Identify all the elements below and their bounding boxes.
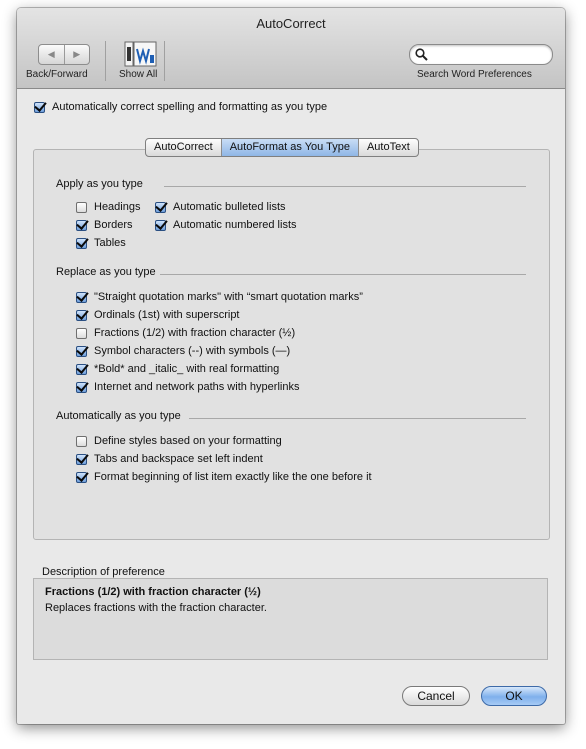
window-title: AutoCorrect <box>256 16 326 31</box>
checkbox-headings[interactable] <box>76 201 87 213</box>
option-numbered-lists[interactable]: Automatic numbered lists <box>155 219 297 231</box>
option-label: Tables <box>94 237 126 249</box>
show-all-label: Show All <box>119 69 158 80</box>
option-smart-quotes[interactable]: "Straight quotation marks" with “smart q… <box>76 291 363 303</box>
description-box: Fractions (1/2) with fraction character … <box>33 578 548 660</box>
option-fractions[interactable]: Fractions (1/2) with fraction character … <box>76 327 295 339</box>
search-input[interactable] <box>430 47 545 61</box>
option-label: Automatic numbered lists <box>173 219 297 231</box>
option-label: Headings <box>94 201 141 213</box>
back-forward-label: Back/Forward <box>26 69 88 80</box>
option-label: Symbol characters (--) with symbols (—) <box>94 345 291 357</box>
option-label: Tabs and backspace set left indent <box>94 453 263 465</box>
option-tables[interactable]: Tables <box>76 237 126 249</box>
magnifier-icon <box>415 48 428 61</box>
checkbox-numbered-lists[interactable] <box>155 219 166 231</box>
checkbox-format-list-item[interactable] <box>76 471 87 483</box>
checkbox-smart-quotes[interactable] <box>76 291 87 303</box>
forward-arrow-icon: ▶ <box>73 49 81 59</box>
tab-autoformat-as-you-type[interactable]: AutoFormat as You Type <box>220 139 358 156</box>
master-autocorrect-checkbox[interactable] <box>34 101 45 113</box>
description-text: Replaces fractions with the fraction cha… <box>45 602 267 614</box>
option-label: "Straight quotation marks" with “smart q… <box>94 291 363 303</box>
group-divider <box>160 274 526 275</box>
checkbox-borders[interactable] <box>76 219 87 231</box>
option-label: Automatic bulleted lists <box>173 201 286 213</box>
toolbar-separator <box>105 41 106 81</box>
option-label: Define styles based on your formatting <box>94 435 282 447</box>
option-bulleted-lists[interactable]: Automatic bulleted lists <box>155 201 286 213</box>
description-label: Description of preference <box>42 566 165 578</box>
checkbox-bold-italic[interactable] <box>76 363 87 375</box>
group-divider <box>189 418 526 419</box>
option-label: Format beginning of list item exactly li… <box>94 471 372 483</box>
option-hyperlinks[interactable]: Internet and network paths with hyperlin… <box>76 381 299 393</box>
titlebar: AutoCorrect ◀ ▶ Back/Forward Show All Se… <box>17 8 565 89</box>
search-label: Search Word Preferences <box>417 69 532 80</box>
option-define-styles[interactable]: Define styles based on your formatting <box>76 435 282 447</box>
option-headings[interactable]: Headings <box>76 201 140 213</box>
checkbox-ordinals[interactable] <box>76 309 87 321</box>
ok-button[interactable]: OK <box>481 686 547 706</box>
option-symbol-characters[interactable]: Symbol characters (--) with symbols (—) <box>76 345 290 357</box>
option-label: Fractions (1/2) with fraction character … <box>94 327 296 339</box>
autocorrect-window: AutoCorrect ◀ ▶ Back/Forward Show All Se… <box>17 8 565 724</box>
checkbox-fractions[interactable] <box>76 327 87 339</box>
option-label: Borders <box>94 219 133 231</box>
show-all-button[interactable] <box>124 41 158 67</box>
forward-button[interactable]: ▶ <box>63 45 90 64</box>
group-title-automatically: Automatically as you type <box>56 410 181 422</box>
group-title-replace: Replace as you type <box>56 266 156 278</box>
option-label: Automatically correct spelling and forma… <box>52 101 328 113</box>
back-forward-control: ◀ ▶ <box>38 44 90 65</box>
option-format-list-item[interactable]: Format beginning of list item exactly li… <box>76 471 372 483</box>
checkbox-tabs-backspace[interactable] <box>76 453 87 465</box>
option-label: Internet and network paths with hyperlin… <box>94 381 300 393</box>
checkbox-symbol-characters[interactable] <box>76 345 87 357</box>
option-label: *Bold* and _italic_ with real formatting <box>94 363 280 375</box>
group-divider <box>164 186 526 187</box>
show-all-icon <box>124 41 157 67</box>
tab-autocorrect[interactable]: AutoCorrect <box>146 139 221 156</box>
option-borders[interactable]: Borders <box>76 219 133 231</box>
option-bold-italic[interactable]: *Bold* and _italic_ with real formatting <box>76 363 279 375</box>
checkbox-tables[interactable] <box>76 237 87 249</box>
checkbox-define-styles[interactable] <box>76 435 87 447</box>
tab-autotext[interactable]: AutoText <box>357 139 418 156</box>
search-field[interactable] <box>409 44 553 65</box>
option-label: Ordinals (1st) with superscript <box>94 309 240 321</box>
option-tabs-backspace[interactable]: Tabs and backspace set left indent <box>76 453 263 465</box>
checkbox-hyperlinks[interactable] <box>76 381 87 393</box>
group-title-apply: Apply as you type <box>56 178 143 190</box>
tab-bar: AutoCorrect AutoFormat as You Type AutoT… <box>145 138 419 157</box>
toolbar-separator <box>164 41 165 81</box>
checkbox-bulleted-lists[interactable] <box>155 201 166 213</box>
back-button[interactable]: ◀ <box>39 45 64 64</box>
cancel-button[interactable]: Cancel <box>402 686 470 706</box>
back-arrow-icon: ◀ <box>47 49 55 59</box>
description-title: Fractions (1/2) with fraction character … <box>45 586 261 598</box>
master-autocorrect-option[interactable]: Automatically correct spelling and forma… <box>34 101 327 113</box>
option-ordinals[interactable]: Ordinals (1st) with superscript <box>76 309 240 321</box>
